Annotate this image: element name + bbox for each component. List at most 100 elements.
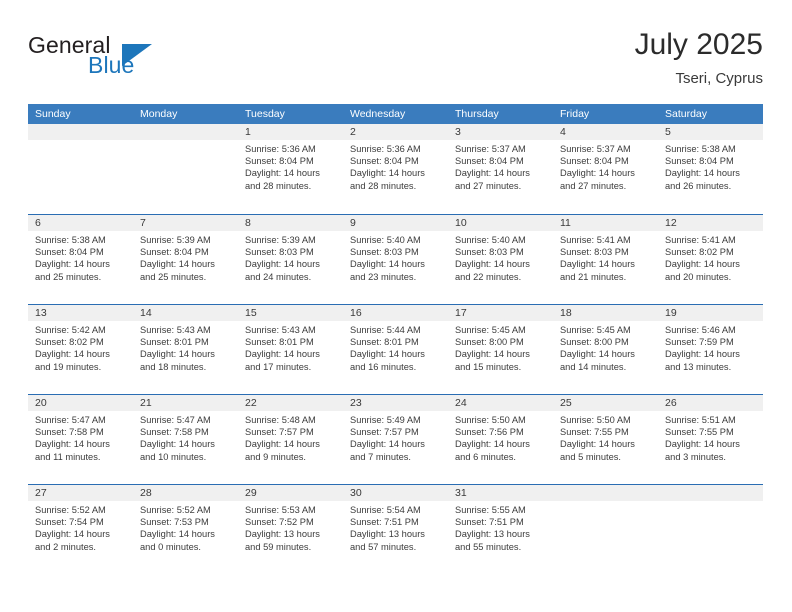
- calendar-day-cell[interactable]: 26 Sunrise: 5:51 AM Sunset: 7:55 PM Dayligh…: [658, 395, 763, 484]
- day-detail-line: Sunset: 8:01 PM: [245, 337, 314, 348]
- day-detail-line: Daylight: 14 hours: [455, 349, 530, 360]
- day-number: 17: [455, 307, 467, 319]
- calendar-day-cell[interactable]: 6 Sunrise: 5:38 AM Sunset: 8:04 PM Daylight…: [28, 215, 133, 304]
- calendar-day-cell[interactable]: 20 Sunrise: 5:47 AM Sunset: 7:58 PM Dayligh…: [28, 395, 133, 484]
- day-detail-line: and 3 minutes.: [665, 451, 726, 462]
- day-detail-line: Sunrise: 5:45 AM: [560, 325, 631, 335]
- day-detail-line: Sunset: 7:52 PM: [245, 517, 314, 528]
- day-number: [35, 124, 127, 140]
- day-detail-line: and 0 minutes.: [140, 541, 201, 552]
- day-detail-line: Daylight: 14 hours: [665, 349, 740, 360]
- calendar-day-cell[interactable]: 11 Sunrise: 5:41 AM Sunset: 8:03 PM Dayligh…: [553, 215, 658, 304]
- calendar-day-cell[interactable]: 22 Sunrise: 5:48 AM Sunset: 7:57 PM Dayligh…: [238, 395, 343, 484]
- day-details: Sunrise: 5:52 AM Sunset: 7:53 PM Daylight:…: [140, 504, 232, 553]
- day-detail-line: Daylight: 14 hours: [560, 259, 635, 270]
- day-detail-line: Sunset: 8:04 PM: [35, 247, 104, 258]
- calendar-day-cell[interactable]: 24 Sunrise: 5:50 AM Sunset: 7:56 PM Dayligh…: [448, 395, 553, 484]
- calendar-day-cell[interactable]: 7 Sunrise: 5:39 AM Sunset: 8:04 PM Daylight…: [133, 215, 238, 304]
- day-detail-line: Sunrise: 5:52 AM: [35, 505, 106, 515]
- day-number: 30: [350, 487, 362, 499]
- day-detail-line: and 55 minutes.: [455, 541, 522, 552]
- day-detail-line: Sunrise: 5:41 AM: [665, 235, 736, 245]
- page-subtitle-location: Tseri, Cyprus: [675, 70, 763, 87]
- weekday-header-row: Sunday Monday Tuesday Wednesday Thursday Frid…: [28, 104, 763, 124]
- day-number: 12: [665, 217, 677, 229]
- calendar-day-cell[interactable]: 10 Sunrise: 5:40 AM Sunset: 8:03 PM Dayligh…: [448, 215, 553, 304]
- day-number: 16: [350, 307, 362, 319]
- day-details: Sunrise: 5:44 AM Sunset: 8:01 PM Daylight:…: [350, 324, 442, 373]
- calendar-day-cell[interactable]: 1 Sunrise: 5:36 AM Sunset: 8:04 PM Daylight…: [238, 124, 343, 214]
- day-detail-line: Sunset: 8:00 PM: [560, 337, 629, 348]
- calendar-day-cell[interactable]: 3 Sunrise: 5:37 AM Sunset: 8:04 PM Daylight…: [448, 124, 553, 214]
- day-detail-line: Sunset: 7:58 PM: [140, 427, 209, 438]
- calendar-day-cell[interactable]: 25 Sunrise: 5:50 AM Sunset: 7:55 PM Dayligh…: [553, 395, 658, 484]
- calendar-day-cell[interactable]: 2 Sunrise: 5:36 AM Sunset: 8:04 PM Daylight…: [343, 124, 448, 214]
- day-number: 9: [350, 217, 356, 229]
- day-detail-line: Daylight: 14 hours: [350, 168, 425, 179]
- day-details: Sunrise: 5:47 AM Sunset: 7:58 PM Daylight:…: [35, 414, 127, 463]
- day-number: [665, 485, 757, 501]
- calendar-day-cell[interactable]: 27 Sunrise: 5:52 AM Sunset: 7:54 PM Dayligh…: [28, 485, 133, 574]
- calendar-day-cell[interactable]: 23 Sunrise: 5:49 AM Sunset: 7:57 PM Dayligh…: [343, 395, 448, 484]
- day-number: 13: [35, 307, 47, 319]
- day-detail-line: Sunset: 7:51 PM: [350, 517, 419, 528]
- calendar-page: General Blue July 2025 Tseri, Cyprus Sun…: [0, 0, 792, 612]
- day-details: Sunrise: 5:38 AM Sunset: 8:04 PM Daylight:…: [665, 143, 757, 192]
- day-details: Sunrise: 5:52 AM Sunset: 7:54 PM Daylight:…: [35, 504, 127, 553]
- calendar-day-cell[interactable]: 19 Sunrise: 5:46 AM Sunset: 7:59 PM Dayligh…: [658, 305, 763, 394]
- calendar-day-cell[interactable]: 14 Sunrise: 5:43 AM Sunset: 8:01 PM Dayligh…: [133, 305, 238, 394]
- day-detail-line: Sunrise: 5:53 AM: [245, 505, 316, 515]
- calendar-day-cell[interactable]: 15 Sunrise: 5:43 AM Sunset: 8:01 PM Dayligh…: [238, 305, 343, 394]
- day-detail-line: Sunrise: 5:36 AM: [245, 144, 316, 154]
- day-details: Sunrise: 5:37 AM Sunset: 8:04 PM Daylight:…: [560, 143, 652, 192]
- day-detail-line: Daylight: 14 hours: [455, 168, 530, 179]
- day-detail-line: and 23 minutes.: [350, 271, 417, 282]
- calendar-day-cell[interactable]: 4 Sunrise: 5:37 AM Sunset: 8:04 PM Daylight…: [553, 124, 658, 214]
- day-detail-line: and 25 minutes.: [35, 271, 102, 282]
- calendar-week-row: 13 Sunrise: 5:42 AM Sunset: 8:02 PM Dayligh…: [28, 304, 763, 394]
- calendar-day-cell[interactable]: 30 Sunrise: 5:54 AM Sunset: 7:51 PM Dayligh…: [343, 485, 448, 574]
- day-number: 10: [455, 217, 467, 229]
- calendar-day-cell[interactable]: 17 Sunrise: 5:45 AM Sunset: 8:00 PM Dayligh…: [448, 305, 553, 394]
- day-detail-line: Sunset: 7:57 PM: [245, 427, 314, 438]
- calendar-day-cell[interactable]: 21 Sunrise: 5:47 AM Sunset: 7:58 PM Dayligh…: [133, 395, 238, 484]
- day-detail-line: Sunrise: 5:44 AM: [350, 325, 421, 335]
- day-number: 18: [560, 307, 572, 319]
- day-details: Sunrise: 5:43 AM Sunset: 8:01 PM Daylight:…: [140, 324, 232, 373]
- day-detail-line: and 7 minutes.: [350, 451, 411, 462]
- calendar-day-cell[interactable]: 18 Sunrise: 5:45 AM Sunset: 8:00 PM Dayligh…: [553, 305, 658, 394]
- day-details: Sunrise: 5:42 AM Sunset: 8:02 PM Daylight:…: [35, 324, 127, 373]
- day-detail-line: Sunrise: 5:43 AM: [140, 325, 211, 335]
- day-number: 26: [665, 397, 677, 409]
- calendar-day-cell[interactable]: 16 Sunrise: 5:44 AM Sunset: 8:01 PM Dayligh…: [343, 305, 448, 394]
- day-detail-line: and 5 minutes.: [560, 451, 621, 462]
- calendar-day-cell[interactable]: 28 Sunrise: 5:52 AM Sunset: 7:53 PM Dayligh…: [133, 485, 238, 574]
- day-number: 7: [140, 217, 146, 229]
- day-detail-line: Sunset: 8:04 PM: [245, 156, 314, 167]
- day-detail-line: Sunset: 8:04 PM: [665, 156, 734, 167]
- calendar-day-cell[interactable]: 5 Sunrise: 5:38 AM Sunset: 8:04 PM Daylight…: [658, 124, 763, 214]
- day-detail-line: Sunset: 8:03 PM: [455, 247, 524, 258]
- day-details: Sunrise: 5:36 AM Sunset: 8:04 PM Daylight:…: [245, 143, 337, 192]
- day-detail-line: Sunrise: 5:50 AM: [455, 415, 526, 425]
- calendar-day-cell[interactable]: 29 Sunrise: 5:53 AM Sunset: 7:52 PM Dayligh…: [238, 485, 343, 574]
- calendar-day-cell[interactable]: 12 Sunrise: 5:41 AM Sunset: 8:02 PM Dayligh…: [658, 215, 763, 304]
- day-detail-line: Daylight: 14 hours: [665, 439, 740, 450]
- calendar-grid: Sunday Monday Tuesday Wednesday Thursday Frid…: [28, 104, 763, 574]
- day-detail-line: Sunrise: 5:45 AM: [455, 325, 526, 335]
- day-detail-line: Sunset: 8:01 PM: [350, 337, 419, 348]
- calendar-day-cell[interactable]: 9 Sunrise: 5:40 AM Sunset: 8:03 PM Daylight…: [343, 215, 448, 304]
- day-number: 6: [35, 217, 41, 229]
- day-detail-line: Daylight: 14 hours: [245, 259, 320, 270]
- calendar-day-cell[interactable]: 31 Sunrise: 5:55 AM Sunset: 7:51 PM Dayligh…: [448, 485, 553, 574]
- day-detail-line: Sunrise: 5:49 AM: [350, 415, 421, 425]
- day-number: 21: [140, 397, 152, 409]
- day-detail-line: Sunrise: 5:50 AM: [560, 415, 631, 425]
- day-detail-line: Daylight: 14 hours: [140, 529, 215, 540]
- day-detail-line: Sunset: 8:04 PM: [350, 156, 419, 167]
- calendar-day-cell[interactable]: 8 Sunrise: 5:39 AM Sunset: 8:03 PM Daylight…: [238, 215, 343, 304]
- calendar-day-cell[interactable]: 13 Sunrise: 5:42 AM Sunset: 8:02 PM Dayligh…: [28, 305, 133, 394]
- day-detail-line: Sunrise: 5:52 AM: [140, 505, 211, 515]
- day-details: Sunrise: 5:45 AM Sunset: 8:00 PM Daylight:…: [560, 324, 652, 373]
- day-detail-line: and 26 minutes.: [665, 180, 732, 191]
